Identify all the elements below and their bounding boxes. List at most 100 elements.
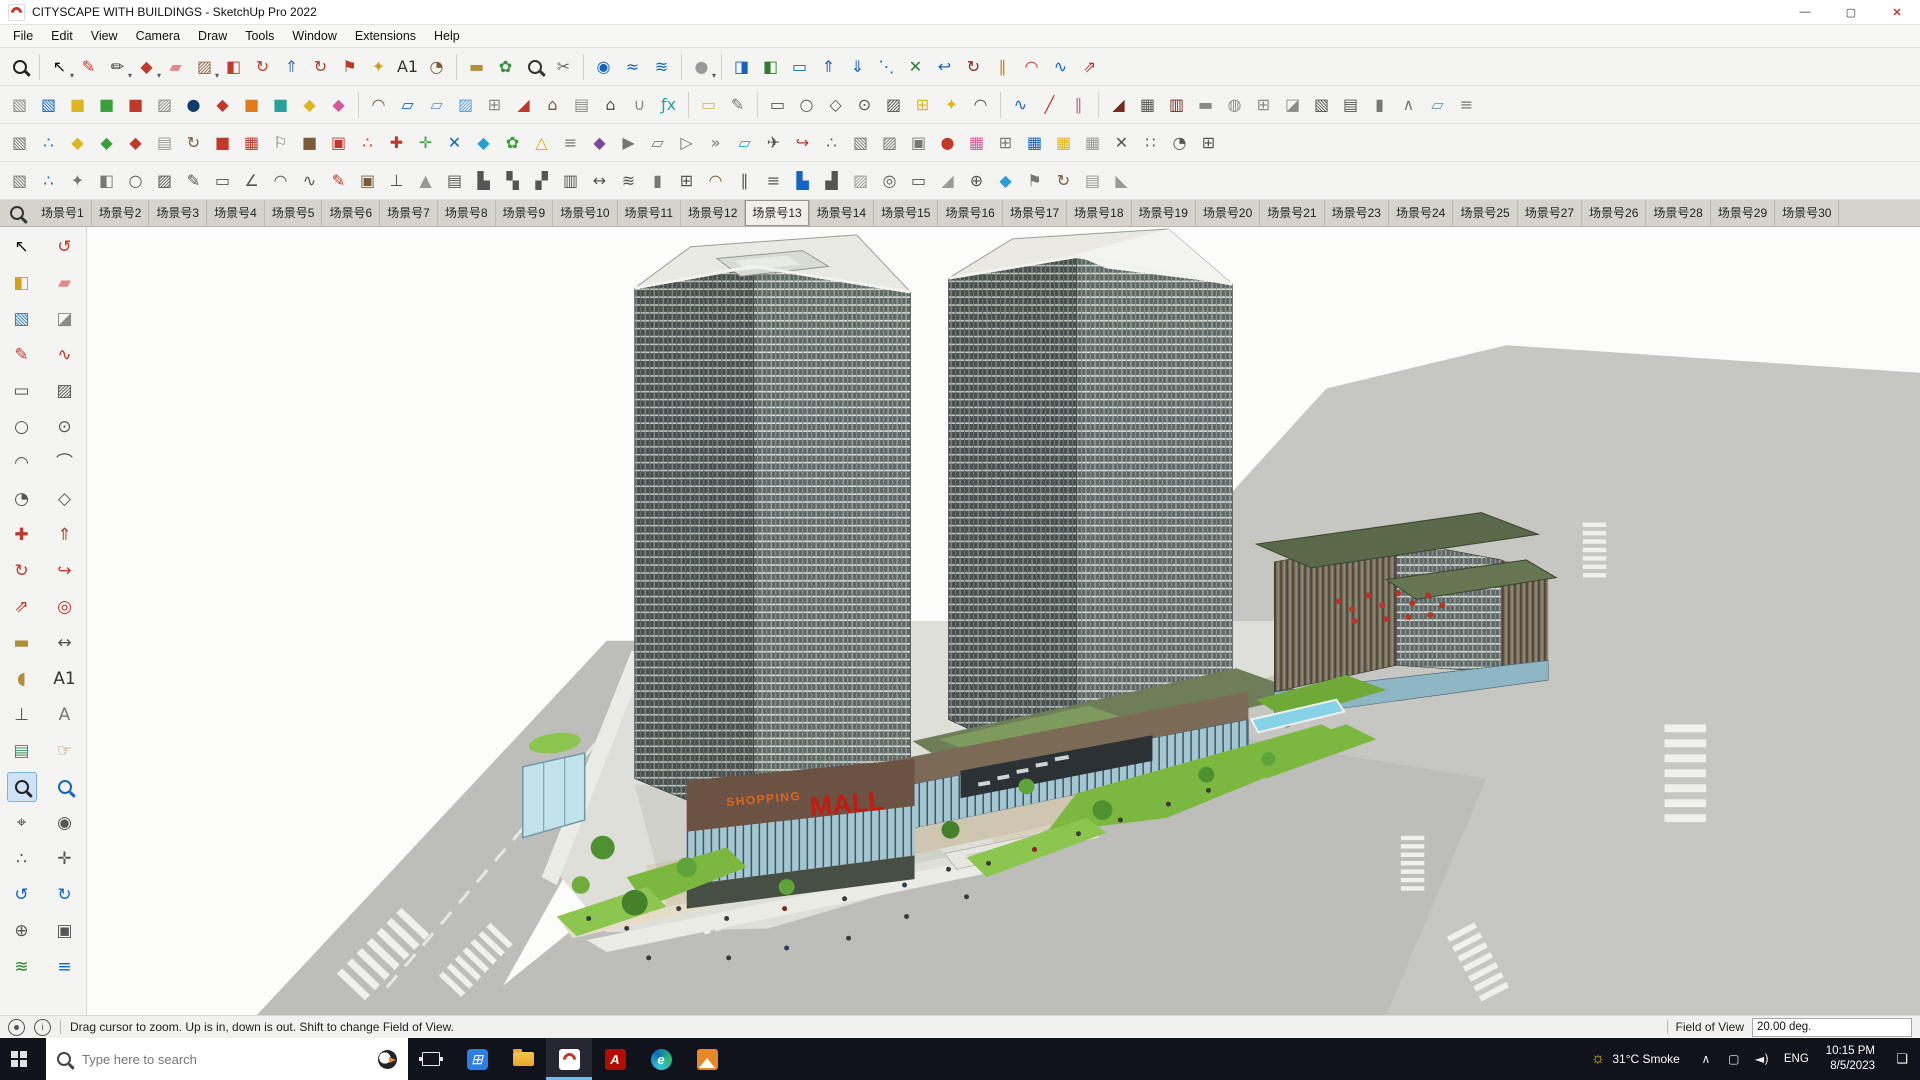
box-green-icon[interactable]: ■ [93,91,120,118]
box-rot-icon[interactable]: ▧ [847,129,874,156]
plane-light-icon[interactable]: ▱ [423,91,450,118]
box-yellow-icon[interactable]: ■ [64,91,91,118]
pencil-gray-icon[interactable]: ✎ [180,167,207,194]
dots-red-icon[interactable]: ∴ [354,129,381,156]
geolocation-icon[interactable] [8,1018,25,1036]
zoom-icon[interactable] [6,772,37,802]
dots-quad-icon[interactable]: ∷ [1137,129,1164,156]
walker-icon[interactable]: ∴ [818,129,845,156]
louver-icon[interactable]: ≡ [1453,91,1480,118]
scene-tab-14[interactable]: 场景号14 [810,200,875,226]
panel-2-icon[interactable]: ▤ [1079,167,1106,194]
protractor-icon[interactable]: ◖ [7,664,37,694]
scene-search-icon[interactable] [10,206,24,220]
section-plane-icon[interactable]: ▤ [7,736,37,766]
search-highlight-icon[interactable] [378,1049,397,1069]
ruler-gray-icon[interactable]: ▭ [209,167,236,194]
layers-icon[interactable]: ≋ [648,53,675,80]
gem-pink-icon[interactable]: ◆ [325,91,352,118]
board-icon[interactable]: ▤ [441,167,468,194]
3d-text-icon[interactable]: A [50,700,80,730]
scene-tab-7[interactable]: 场景号7 [380,200,438,226]
gem-gold-icon[interactable]: ◆ [64,129,91,156]
menu-extensions[interactable]: Extensions [346,27,425,45]
arc-plugin-icon[interactable]: ◠ [1018,53,1045,80]
refresh-icon[interactable]: ↻ [307,53,334,80]
pipe-pink-icon[interactable]: ∥ [1065,91,1092,118]
sphere-icon[interactable]: ● [180,91,207,118]
menu-tools[interactable]: Tools [236,27,283,45]
two-point-arc-icon[interactable]: ⌒ [50,448,80,478]
polygon-icon[interactable]: ◇ [50,484,80,514]
walk-icon[interactable]: ∴ [7,844,37,874]
arrows-right-icon[interactable]: » [702,129,729,156]
axes-icon[interactable]: ⊥ [7,700,37,730]
table-grid-icon[interactable]: ⊞ [992,129,1019,156]
marker-red-icon[interactable]: ✎ [325,167,352,194]
grid-gold-icon[interactable]: ⊞ [909,91,936,118]
hook-red-icon[interactable]: ↪ [789,129,816,156]
measure-icon[interactable]: ↔ [586,167,613,194]
pipe-icon[interactable]: ∥ [989,53,1016,80]
roof-dark-icon[interactable]: ◢ [1105,91,1132,118]
plane-c-icon[interactable]: ▱ [731,129,758,156]
menu-file[interactable]: File [4,27,42,45]
scissors-icon[interactable]: ✂ [550,53,577,80]
task-view-button[interactable] [408,1038,454,1080]
slope-2-icon[interactable]: ◣ [1108,167,1135,194]
spiral-icon[interactable]: ↻ [960,53,987,80]
sketchup-app-icon[interactable] [546,1038,592,1080]
jet-icon[interactable]: ✈ [760,129,787,156]
stripes-icon[interactable]: ▨ [847,167,874,194]
coil-icon[interactable]: ↻ [180,129,207,156]
scene-tab-25[interactable]: 场景号27 [1518,200,1583,226]
language-indicator[interactable]: ENG [1776,1053,1817,1065]
gem-red-2-icon[interactable]: ◆ [122,129,149,156]
dots-path-icon[interactable]: ∴ [35,129,62,156]
window-2-icon[interactable]: ⊞ [673,167,700,194]
grid-gray-icon[interactable]: ▦ [1079,129,1106,156]
scene-tab-12[interactable]: 场景号12 [681,200,746,226]
sheets-icon[interactable]: ▤ [151,129,178,156]
rotated-rectangle-icon[interactable]: ▨ [50,376,80,406]
circle-outline-icon[interactable]: ○ [793,91,820,118]
node-path-icon[interactable]: ⋱ [873,53,900,80]
user-avatar-icon[interactable]: ● [688,53,716,80]
compass-icon[interactable]: ◔ [423,53,450,80]
select-icon[interactable]: ↖ [46,53,74,80]
tray-icon[interactable]: ∪ [626,91,653,118]
box-rot-2-icon[interactable]: ▨ [876,129,903,156]
grid-gold-2-icon[interactable]: ▦ [1050,129,1077,156]
scene-tab-22[interactable]: 场景号23 [1325,200,1389,226]
note-icon[interactable]: ▭ [695,91,722,118]
rotate-icon[interactable]: ↻ [249,53,276,80]
hand-tool-icon[interactable]: ☞ [50,736,80,766]
geo-globe-icon[interactable]: ◉ [590,53,617,80]
play-icon[interactable]: ▶ [615,129,642,156]
line-icon[interactable]: ✏ [104,53,132,80]
gem-red-icon[interactable]: ◆ [209,91,236,118]
cross-red-icon[interactable]: ✚ [383,129,410,156]
photos-app-icon[interactable] [684,1038,730,1080]
compass-gray-icon[interactable]: ◔ [1166,129,1193,156]
stamp-icon[interactable]: ▣ [354,167,381,194]
stairs-icon[interactable]: ▤ [568,91,595,118]
paint-bucket-icon[interactable]: ◧ [7,268,37,298]
grid-cube-icon[interactable]: ⊞ [1195,129,1222,156]
level-2-icon[interactable]: ≋ [615,167,642,194]
gem-green-icon[interactable]: ◆ [93,129,120,156]
star-icon[interactable]: ✦ [938,91,965,118]
fill-tool-icon[interactable]: ◧ [757,53,784,80]
arc-gray-icon[interactable]: ◠ [267,167,294,194]
cone-icon[interactable]: ▲ [412,167,439,194]
flagpole-icon[interactable]: ⚑ [1021,167,1048,194]
push-pull-icon[interactable]: ▧ [7,304,37,334]
box-brown-icon[interactable]: ■ [296,129,323,156]
scene-tab-19[interactable]: 场景号19 [1132,200,1196,226]
grid-red-icon[interactable]: ▦ [238,129,265,156]
notification-center-icon[interactable]: ❏ [1884,1052,1920,1067]
grid-blue-icon[interactable]: ▦ [1021,129,1048,156]
leaf-icon[interactable]: ✿ [492,53,519,80]
crosshair-icon[interactable]: ⊕ [963,167,990,194]
window-grid-icon[interactable]: ⊞ [1250,91,1277,118]
